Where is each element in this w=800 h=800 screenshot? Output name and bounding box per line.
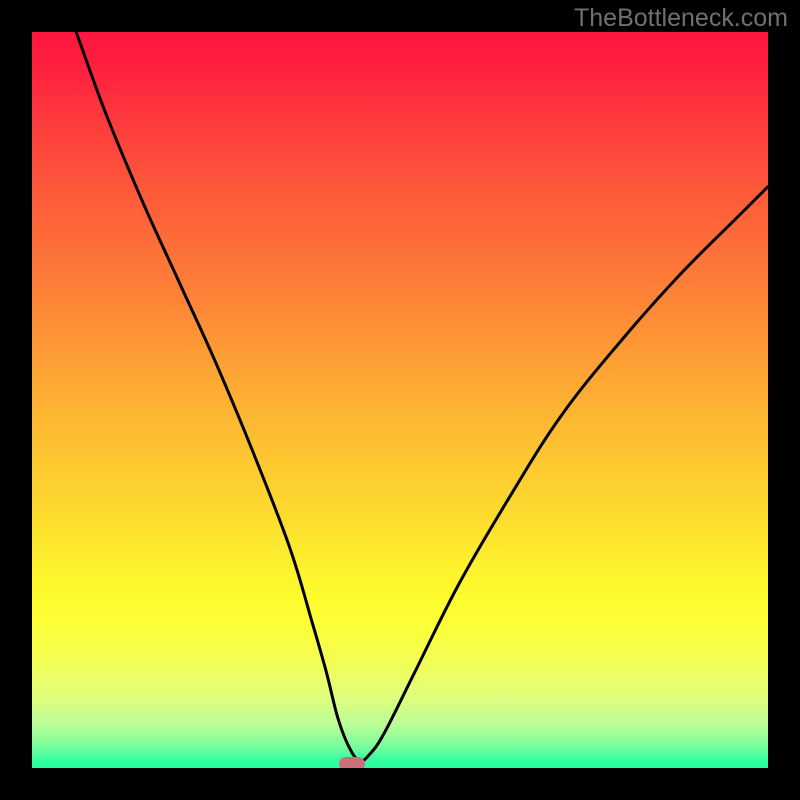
optimum-marker	[339, 757, 365, 768]
watermark-text: TheBottleneck.com	[574, 4, 788, 33]
curve-svg	[32, 32, 768, 768]
bottleneck-curve	[76, 32, 768, 761]
chart-container: TheBottleneck.com	[0, 0, 800, 800]
plot-area	[32, 32, 768, 768]
